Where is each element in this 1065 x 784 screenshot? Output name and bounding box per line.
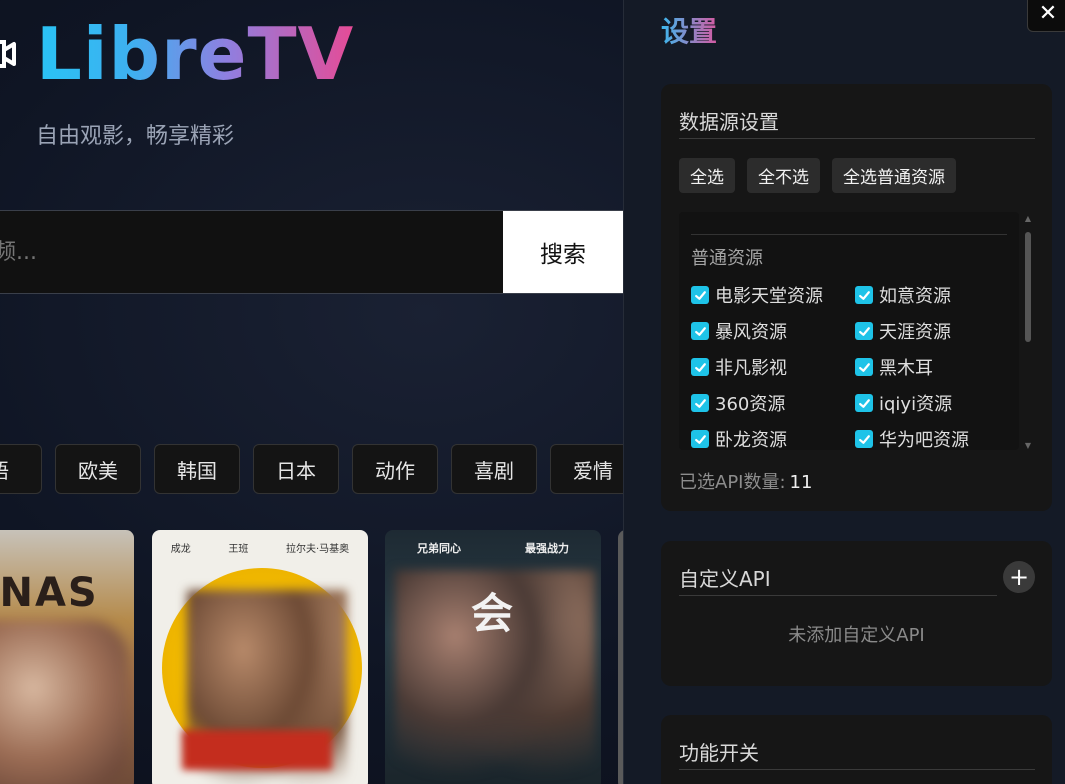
checkbox-checked-icon[interactable] (691, 430, 709, 448)
tag-chinese[interactable]: 语 (0, 444, 42, 494)
source-label: 卧龙资源 (715, 430, 787, 450)
scroll-down-icon[interactable]: ▼ (1023, 441, 1033, 450)
source-checkbox-item[interactable]: 非凡影视 (691, 356, 855, 379)
main-area: LibreTV 自由观影，畅享精彩 搜索 语 欧美 韩国 日本 动作 喜剧 爱情… (0, 0, 623, 784)
source-checkbox-item[interactable]: 天涯资源 (855, 320, 1011, 343)
checkbox-checked-icon[interactable] (691, 394, 709, 412)
source-label: 暴风资源 (715, 322, 787, 343)
source-checkbox-item[interactable]: iqiyi资源 (855, 392, 1011, 415)
scroll-thumb[interactable] (1025, 232, 1031, 342)
source-checkbox-item[interactable]: 华为吧资源 (855, 428, 1011, 450)
features-title: 功能开关 (679, 741, 759, 765)
movie-poster[interactable]: ONNAS (0, 530, 134, 784)
source-label: 如意资源 (879, 286, 951, 307)
tagline: 自由观影，畅享精彩 (36, 124, 235, 149)
source-label: 华为吧资源 (879, 430, 969, 450)
checkbox-checked-icon[interactable] (855, 286, 873, 304)
count-label: 已选API数量: (679, 472, 786, 493)
tag-western[interactable]: 欧美 (55, 444, 141, 494)
source-checkbox-item[interactable]: 如意资源 (855, 284, 1011, 307)
datasource-actions: 全选 全不选 全选普通资源 (679, 158, 956, 193)
divider (679, 595, 997, 596)
select-normal-button[interactable]: 全选普通资源 (832, 158, 956, 193)
section-label: 普通资源 (691, 248, 763, 269)
source-label: 电影天堂资源 (715, 286, 823, 307)
tag-japanese[interactable]: 日本 (253, 444, 339, 494)
source-label: 非凡影视 (715, 358, 787, 379)
poster-credit: 最强战力 (525, 542, 569, 555)
custom-api-card: 自定义API + 未添加自定义API (661, 541, 1052, 686)
checkbox-checked-icon[interactable] (855, 394, 873, 412)
add-api-button[interactable]: + (1003, 561, 1035, 593)
panel-title: 设置 (661, 10, 717, 50)
selected-api-count: 已选API数量: 11 (679, 468, 812, 494)
logo-text: LibreTV (36, 12, 355, 96)
source-list: 普通资源 电影天堂资源 如意资源暴风资源 天涯资源非凡影视 黑木耳 360资源 iqiyi… (679, 212, 1019, 450)
poster-credit: 兄弟同心 (417, 542, 461, 555)
empty-state: 未添加自定义API (788, 625, 925, 646)
datasource-title: 数据源设置 (679, 110, 779, 134)
source-checkbox-item[interactable]: 暴风资源 (691, 320, 855, 343)
source-label: 黑木耳 (879, 358, 933, 379)
checkbox-checked-icon[interactable] (855, 358, 873, 376)
source-label: 360资源 (715, 394, 786, 415)
settings-panel: 设置 ✕ 数据源设置 全选 全不选 全选普通资源 普通资源 电影天堂资源 如意资源… (623, 0, 1065, 784)
checkbox-checked-icon[interactable] (691, 322, 709, 340)
scroll-up-icon[interactable]: ▲ (1023, 214, 1033, 223)
scrollbar[interactable]: ▲ ▼ (1023, 214, 1033, 450)
checkbox-checked-icon[interactable] (691, 286, 709, 304)
search-bar: 搜索 (0, 210, 623, 294)
poster-title: ONNAS (0, 570, 99, 616)
movie-poster[interactable]: 兄弟同心 最强战力 会 (385, 530, 601, 784)
select-all-button[interactable]: 全选 (679, 158, 735, 193)
features-card: 功能开关 (661, 715, 1052, 784)
source-grid: 电影天堂资源 如意资源暴风资源 天涯资源非凡影视 黑木耳 360资源 iqiyi资源卧龙资… (691, 284, 1011, 450)
tag-korean[interactable]: 韩国 (154, 444, 240, 494)
datasource-card: 数据源设置 全选 全不选 全选普通资源 普通资源 电影天堂资源 如意资源暴风资源 天… (661, 84, 1052, 511)
tag-comedy[interactable]: 喜剧 (451, 444, 537, 494)
tv-logo-icon (0, 40, 16, 68)
source-checkbox-item[interactable]: 360资源 (691, 392, 855, 415)
poster-title: 会 (471, 589, 514, 638)
source-label: 天涯资源 (879, 322, 951, 343)
divider (679, 769, 1035, 770)
plus-icon: + (1008, 563, 1030, 591)
tag-romance[interactable]: 爱情 (550, 444, 623, 494)
category-tags: 语 欧美 韩国 日本 动作 喜剧 爱情 (0, 444, 623, 494)
logo[interactable]: LibreTV (0, 14, 354, 94)
source-label: iqiyi资源 (879, 394, 953, 415)
source-checkbox-item[interactable]: 电影天堂资源 (691, 284, 855, 307)
count-value: 11 (789, 472, 813, 493)
close-button[interactable]: ✕ (1027, 0, 1065, 32)
search-input[interactable] (0, 211, 503, 293)
checkbox-checked-icon[interactable] (855, 430, 873, 448)
source-checkbox-item[interactable]: 卧龙资源 (691, 428, 855, 450)
poster-credit: 成龙 (170, 544, 191, 555)
close-icon: ✕ (1038, 0, 1058, 26)
poster-credit: 拉尔夫·马基奥 (285, 544, 350, 555)
checkbox-checked-icon[interactable] (855, 322, 873, 340)
tag-action[interactable]: 动作 (352, 444, 438, 494)
custom-api-title: 自定义API (679, 567, 771, 591)
checkbox-checked-icon[interactable] (691, 358, 709, 376)
divider (679, 138, 1035, 139)
select-none-button[interactable]: 全不选 (747, 158, 820, 193)
movie-poster[interactable]: 成龙 王班 拉尔夫·马基奥 (152, 530, 368, 784)
search-button[interactable]: 搜索 (503, 211, 623, 293)
divider (691, 234, 1007, 235)
source-checkbox-item[interactable]: 黑木耳 (855, 356, 1011, 379)
app-window: LibreTV 自由观影，畅享精彩 搜索 语 欧美 韩国 日本 动作 喜剧 爱情… (0, 0, 1065, 784)
poster-credit: 王班 (228, 544, 249, 555)
